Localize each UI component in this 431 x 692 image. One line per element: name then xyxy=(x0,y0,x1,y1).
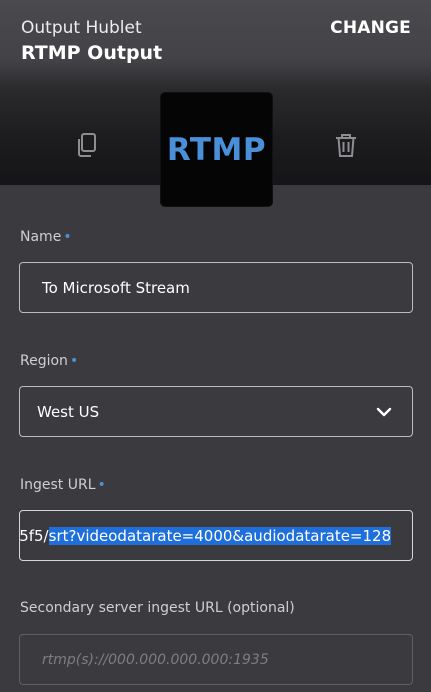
secondary-url-placeholder: rtmp(s)://000.000.000.000:1935 xyxy=(42,651,269,668)
change-button[interactable]: CHANGE xyxy=(330,18,411,38)
region-value: West US xyxy=(37,402,100,421)
header-title-area: Output Hublet RTMP Output CHANGE xyxy=(0,0,431,90)
name-label-text: Name xyxy=(20,229,62,245)
copy-icon[interactable] xyxy=(73,131,101,159)
rtmp-logo: RTMP xyxy=(161,93,272,206)
logo-text: RTMP xyxy=(166,131,267,168)
ingest-url-field[interactable]: a5f5/srt?videodatarate=4000&audiodatarat… xyxy=(19,510,413,561)
name-label: Name • xyxy=(20,229,72,245)
trash-icon[interactable] xyxy=(332,131,360,159)
hublet-type-label: Output Hublet xyxy=(21,18,142,38)
ingest-url-label-text: Ingest URL xyxy=(20,477,96,493)
ingest-url-label: Ingest URL • xyxy=(20,477,106,493)
ingest-url-prefix: a5f5/ xyxy=(19,526,49,545)
required-marker: • xyxy=(63,229,72,245)
output-header: Output Hublet RTMP Output CHANGE RTMP xyxy=(0,0,431,206)
required-marker: • xyxy=(69,353,79,369)
name-field[interactable]: To Microsoft Stream xyxy=(19,262,413,313)
name-value: To Microsoft Stream xyxy=(42,278,190,297)
output-title: RTMP Output xyxy=(21,42,163,64)
region-label: Region • xyxy=(20,353,78,369)
ingest-url-text: a5f5/srt?videodatarate=4000&audiodatarat… xyxy=(19,526,392,545)
region-select[interactable]: West US xyxy=(19,386,413,437)
secondary-url-label: Secondary server ingest URL (optional) xyxy=(20,600,295,616)
required-marker: • xyxy=(97,477,106,493)
region-label-text: Region xyxy=(20,353,68,369)
secondary-url-field[interactable]: rtmp(s)://000.000.000.000:1935 xyxy=(19,634,413,685)
chevron-down-icon xyxy=(376,403,392,421)
ingest-url-selection: srt?videodatarate=4000&audiodatarate=128 xyxy=(48,526,392,545)
